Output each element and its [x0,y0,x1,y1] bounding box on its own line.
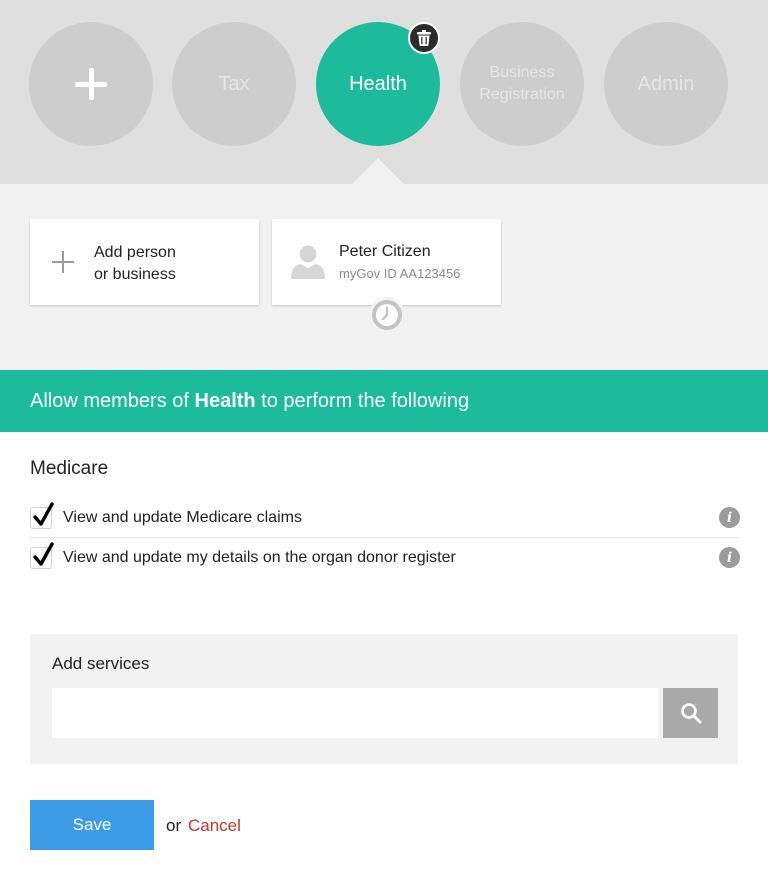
trash-icon [417,30,431,46]
banner-group-name: Health [194,390,256,412]
permission-label: View and update my details on the organ … [63,549,456,566]
member-mygov-id: myGov ID AA123456 [339,266,461,281]
add-person-label: Add person or business [94,244,176,283]
avatar-icon [291,245,325,279]
permission-checkbox[interactable] [30,542,54,569]
or-text: or [166,816,182,835]
permissions-banner: Allow members of Health to perform the f… [0,370,768,432]
active-group-pointer [352,158,404,184]
add-person-card[interactable]: Add person or business [30,219,259,305]
add-services-title: Add services [52,654,150,673]
member-name: Peter Citizen [339,243,431,260]
delete-group-button[interactable] [408,22,440,54]
services-search-input[interactable] [52,688,658,738]
permission-label: View and update Medicare claims [63,508,302,526]
permission-row: View and update my details on the organ … [30,538,740,578]
group-tax[interactable]: Tax [172,22,296,146]
group-business-registration[interactable]: Business Registration [460,22,584,146]
member-card-peter-citizen[interactable]: Peter Citizen myGov ID AA123456 [272,219,501,305]
group-label: Health [349,72,407,95]
plus-icon [52,251,74,273]
save-button[interactable]: Save [30,800,154,850]
add-services-panel: Add services [30,634,738,764]
pending-status-badge [369,297,405,333]
group-admin[interactable]: Admin [604,22,728,146]
group-label: Business Registration [479,64,565,103]
clock-icon [372,300,402,330]
info-icon[interactable]: i [719,507,740,528]
group-selector-bar: Tax Health Business Registration Admin [0,0,768,184]
add-group-button[interactable] [29,22,153,146]
search-button[interactable] [663,688,718,738]
permission-row: View and update Medicare claims i [30,498,740,538]
cancel-link[interactable]: Cancel [188,816,241,836]
search-icon [680,703,701,724]
section-title-medicare: Medicare [30,458,109,479]
permission-checkbox[interactable] [30,501,54,529]
group-label: Tax [218,72,250,95]
group-label: Admin [637,72,695,95]
checkmark-icon [33,542,54,566]
members-area: Add person or business Peter Citizen myG… [0,184,768,370]
checkmark-icon [33,501,54,526]
info-icon[interactable]: i [719,547,740,568]
